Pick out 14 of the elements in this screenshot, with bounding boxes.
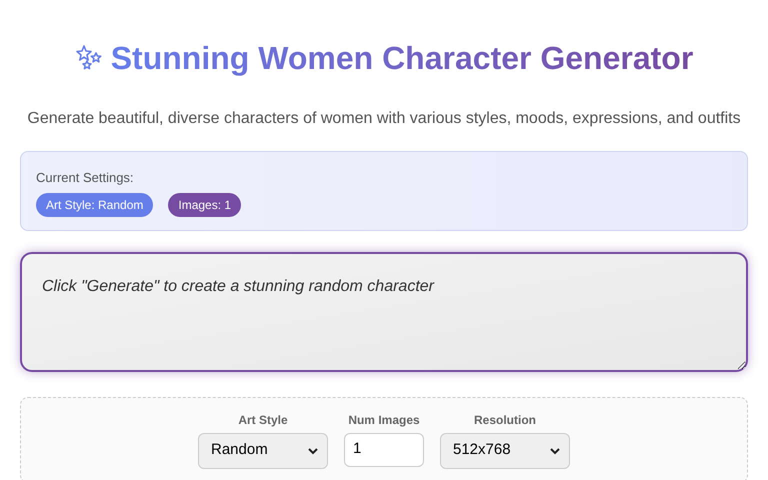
field-label: Num Images [347,412,421,428]
field-label: Resolution [473,412,537,428]
chevron-down-icon [307,446,319,454]
subtitle: Generate beautiful, diverse characters of women with various styles, moods, expressions, and outfits [26,109,742,129]
number-input[interactable]: 1 [344,432,424,466]
chevron-down-icon [549,446,561,454]
settings-label: Current Settings: [36,169,135,187]
field-label: Art Style [237,412,289,428]
prompt-textarea[interactable]: Click "Generate" to create a stunning random character [20,252,748,372]
settings-badge: Art Style: Random [36,192,154,216]
dropdown[interactable]: Random [198,432,328,468]
settings-badge: Images: 1 [168,192,242,216]
sparkle-icon [74,44,103,72]
dropdown[interactable]: 512x768 [440,432,570,468]
